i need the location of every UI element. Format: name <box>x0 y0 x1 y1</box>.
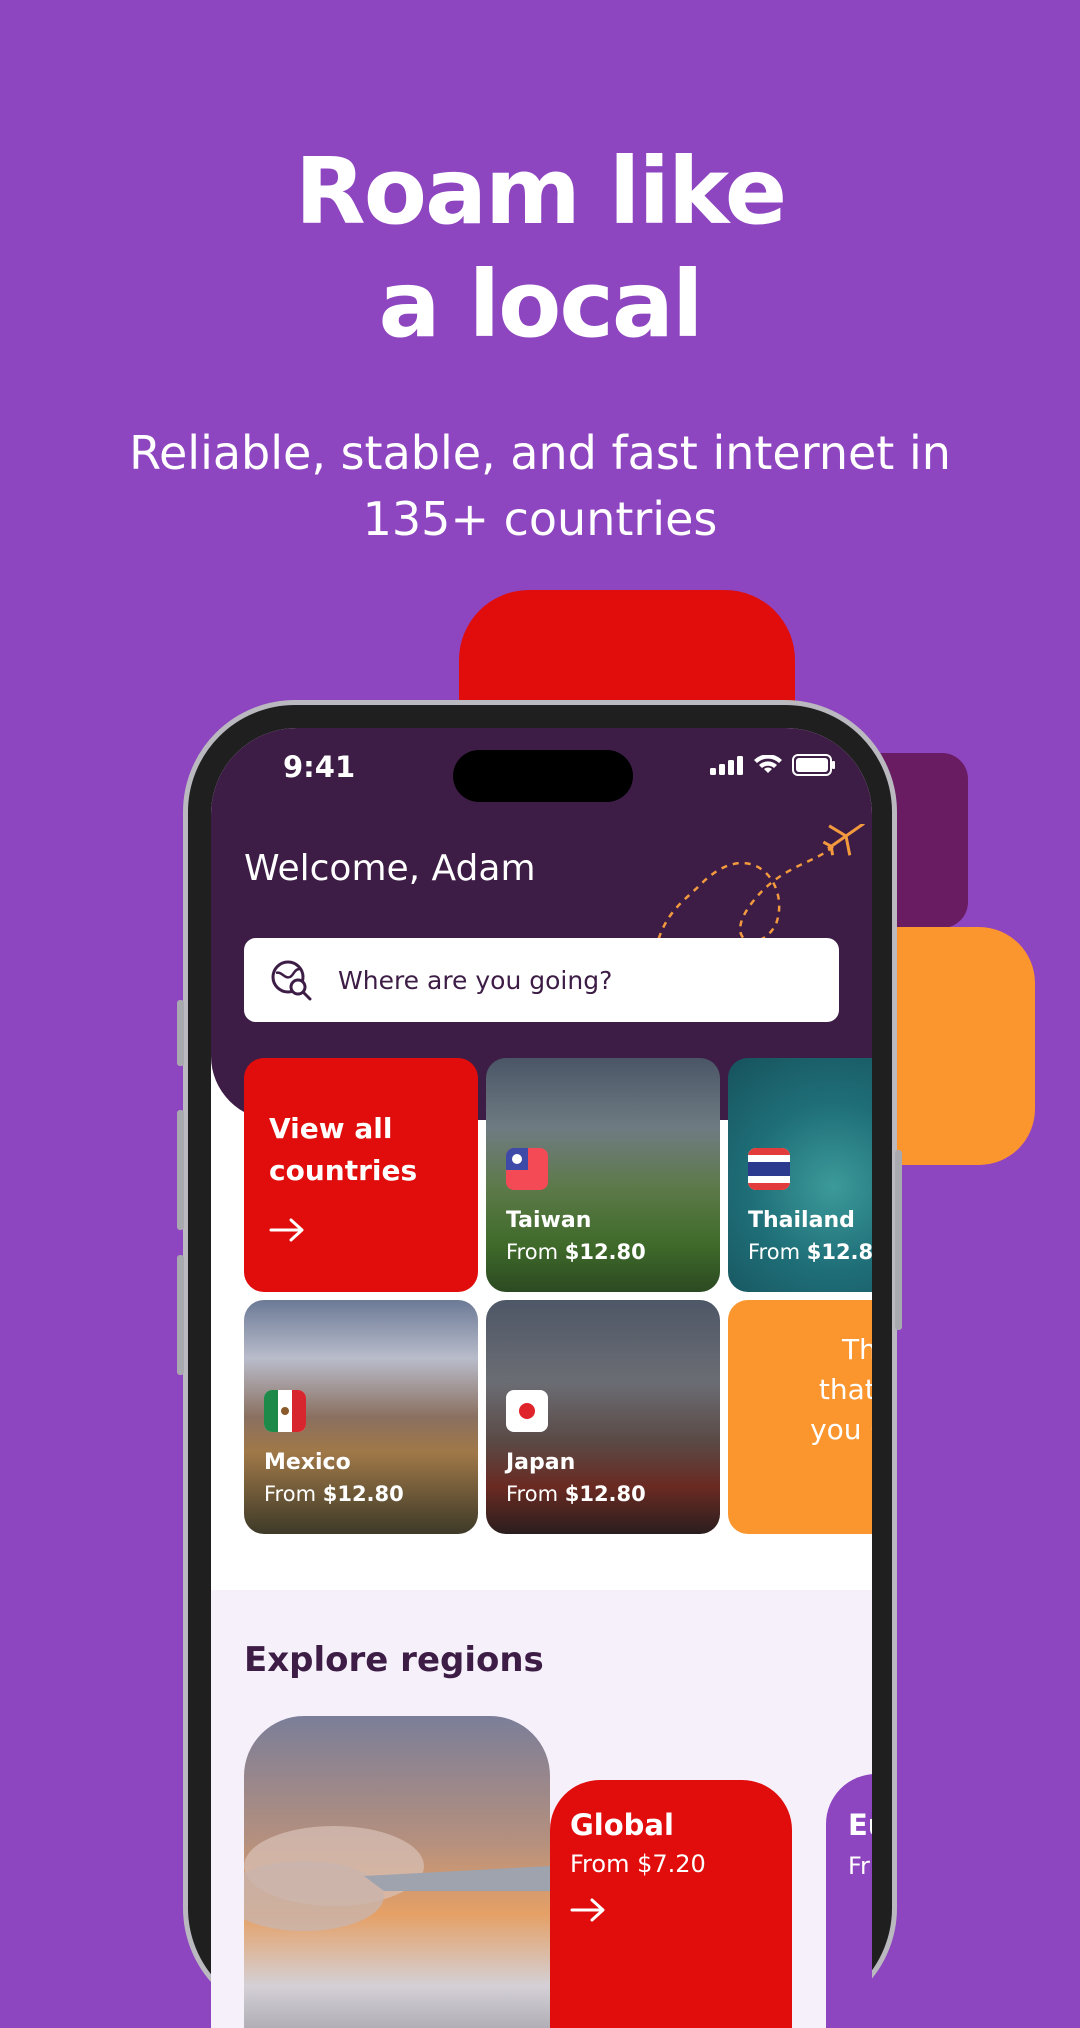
hero-subtitle: Reliable, stable, and fast internet in 1… <box>60 420 1020 552</box>
promo-text: The that ke you sha <box>768 1330 872 1450</box>
phone-screen: 9:41 Welcome, Adam Where are you going? … <box>211 728 872 2028</box>
taiwan-flag-icon <box>506 1148 548 1190</box>
phone-volume-up-button <box>177 1110 184 1230</box>
view-all-countries-card[interactable]: View all countries <box>244 1058 478 1292</box>
region-price: Fr <box>848 1852 870 1880</box>
promo-line3-bold: sha <box>870 1413 872 1446</box>
status-time: 9:41 <box>283 750 356 784</box>
view-all-label: View all countries <box>269 1108 417 1192</box>
dynamic-island <box>453 750 633 802</box>
hero-subtitle-line2: 135+ countries <box>362 492 718 546</box>
view-all-line2: countries <box>269 1154 418 1187</box>
arrow-right-icon <box>269 1218 304 1242</box>
explore-regions-title: Explore regions <box>244 1640 544 1680</box>
airplane-wing-image <box>244 1826 550 1931</box>
signal-icon <box>710 756 743 775</box>
region-name: Global <box>570 1808 674 1842</box>
country-name: Taiwan <box>506 1208 592 1233</box>
view-all-line1: View all <box>269 1112 393 1145</box>
region-photo-card[interactable] <box>244 1716 550 2028</box>
battery-icon <box>792 754 835 776</box>
price-prefix: From <box>506 1482 559 1506</box>
price-prefix: From <box>506 1240 559 1264</box>
welcome-text: Welcome, Adam <box>244 848 536 889</box>
search-bar[interactable] <box>244 938 839 1022</box>
price-value: $12.80 <box>564 1482 646 1506</box>
phone-side-button <box>177 1000 184 1066</box>
country-name: Thailand <box>748 1208 855 1233</box>
hero-subtitle-line1: Reliable, stable, and fast internet in <box>129 426 951 480</box>
country-name: Japan <box>506 1450 576 1475</box>
price-value: $12.80 <box>322 1482 404 1506</box>
promo-line2: that ke <box>818 1373 872 1406</box>
price-value: $12.80 <box>564 1240 646 1264</box>
hero-title-line2: a local <box>378 251 703 358</box>
country-price: From $12.80 <box>506 1482 646 1506</box>
country-card-japan[interactable]: Japan From $12.80 <box>486 1300 720 1534</box>
mexico-flag-icon <box>264 1390 306 1432</box>
phone-power-button <box>895 1150 902 1330</box>
country-price: From $12.80 <box>506 1240 646 1264</box>
hero-title: Roam like a local <box>0 135 1080 361</box>
wifi-icon <box>754 755 782 773</box>
status-icons <box>710 754 836 776</box>
region-price: From $7.20 <box>570 1850 706 1878</box>
hero-title-line1: Roam like <box>294 138 787 245</box>
country-price: From $12.80 <box>264 1482 404 1506</box>
promo-line1: The <box>841 1333 872 1366</box>
arrow-right-icon <box>570 1898 605 1922</box>
japan-flag-icon <box>506 1390 548 1432</box>
region-name: Eu <box>848 1808 872 1842</box>
price-value: $12.80 <box>806 1240 872 1264</box>
country-card-thailand[interactable]: Thailand From $12.80 <box>728 1058 872 1292</box>
country-card-taiwan[interactable]: Taiwan From $12.80 <box>486 1058 720 1292</box>
region-card-europe[interactable]: Eu Fr <box>826 1774 872 2028</box>
promo-line3-regular: you <box>810 1413 871 1446</box>
search-input[interactable] <box>336 964 800 996</box>
globe-search-icon <box>271 960 312 1001</box>
promo-line3: you sha <box>768 1410 872 1450</box>
phone-volume-down-button <box>177 1255 184 1375</box>
thailand-flag-icon <box>748 1148 790 1190</box>
country-price: From $12.80 <box>748 1240 872 1264</box>
price-prefix: From <box>264 1482 317 1506</box>
country-card-mexico[interactable]: Mexico From $12.80 <box>244 1300 478 1534</box>
price-prefix: From <box>748 1240 801 1264</box>
region-card-global[interactable]: Global From $7.20 <box>550 1780 792 2028</box>
promo-card[interactable]: The that ke you sha <box>728 1300 872 1534</box>
country-name: Mexico <box>264 1450 351 1475</box>
